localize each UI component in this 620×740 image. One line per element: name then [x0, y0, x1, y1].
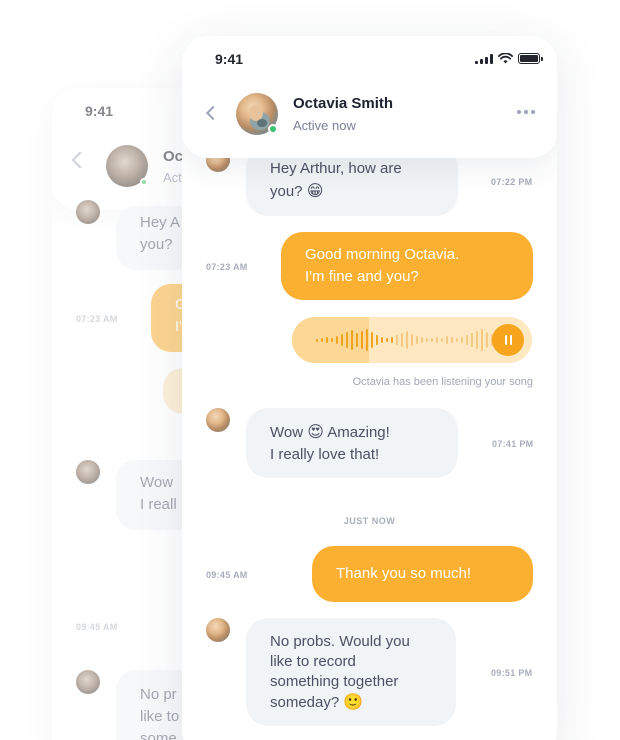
smile-emoji-icon: 🙂: [343, 691, 364, 711]
waveform-bar: [406, 331, 408, 349]
message-text-line: someday? 🙂: [270, 692, 363, 713]
waveform-bar: [431, 338, 433, 342]
message-avatar: [206, 408, 230, 432]
waveform-bar: [411, 334, 413, 346]
background-back-icon: [71, 151, 89, 169]
waveform-bar: [486, 332, 488, 348]
background-contact-name: Oc: [163, 148, 184, 165]
waveform-bar: [341, 334, 343, 346]
waveform-bar: [366, 329, 368, 351]
waveform-bar: [426, 338, 428, 342]
message-text: Amazing!: [327, 423, 390, 441]
waveform-bar: [456, 338, 458, 342]
message-timestamp: 07:22 PM: [491, 177, 533, 187]
waveform-bar: [336, 336, 338, 344]
message-text: I'm fine and you?: [305, 268, 419, 285]
waveform-bar: [396, 335, 398, 345]
voice-caption: Octavia has been listening your song: [352, 376, 533, 388]
waveform-bar: [476, 331, 478, 349]
message-bubble-outgoing[interactable]: Good morning Octavia. I'm fine and you?: [281, 232, 533, 300]
waveform-bar: [461, 337, 463, 343]
waveform-bar: [381, 337, 383, 343]
message-text: something together: [270, 672, 399, 690]
chevron-left-icon[interactable]: [204, 105, 221, 121]
waveform-bar: [321, 338, 323, 342]
waveform-bar: [371, 332, 373, 348]
online-indicator: [268, 124, 278, 134]
waveform-bar: [416, 336, 418, 344]
background-status-time: 9:41: [85, 103, 114, 119]
waveform: [316, 317, 518, 363]
heart-eyes-emoji-icon: 😍: [307, 421, 324, 441]
pause-icon[interactable]: [492, 324, 524, 356]
message-text: someday?: [270, 693, 340, 711]
contact-status: Active now: [293, 118, 356, 133]
message-avatar: [206, 618, 230, 642]
waveform-bar: [356, 333, 358, 347]
waveform-bar: [331, 338, 333, 342]
waveform-bar: [316, 338, 318, 342]
message-text: Hey Arthur, how are: [270, 160, 402, 177]
message-bubble-outgoing[interactable]: Thank you so much!: [312, 546, 533, 602]
message-timestamp: 07:23 AM: [206, 262, 248, 272]
background-message-avatar: [76, 460, 100, 484]
waveform-bar: [481, 329, 483, 351]
background-timestamp: 09:45 AM: [76, 622, 118, 632]
waveform-bar: [451, 337, 453, 343]
message-bubble-incoming[interactable]: Wow 😍 Amazing! I really love that!: [246, 408, 458, 478]
message-text-line: you? 😁: [270, 180, 323, 203]
message-text: No probs. Would you: [270, 632, 410, 650]
status-bar-icons: [475, 53, 543, 64]
wifi-icon: [498, 53, 513, 64]
waveform-bar: [386, 338, 388, 342]
waveform-bar: [471, 333, 473, 347]
waveform-bar: [361, 331, 363, 349]
waveform-bar: [436, 337, 438, 343]
message-text: you?: [270, 183, 303, 200]
message-timestamp: 09:51 PM: [491, 668, 533, 678]
waveform-bar: [391, 337, 393, 343]
background-timestamp: 07:23 AM: [76, 314, 118, 324]
waveform-bar: [346, 332, 348, 348]
message-text: Good morning Octavia.: [305, 246, 460, 263]
message-timestamp: 07:41 PM: [492, 439, 534, 449]
date-divider: JUST NOW: [343, 516, 396, 526]
grin-emoji-icon: 😁: [306, 181, 324, 200]
voice-message[interactable]: [292, 317, 532, 363]
waveform-bar: [376, 335, 378, 345]
background-contact-status: Act: [163, 170, 182, 185]
message-text: Wow: [270, 423, 304, 441]
chat-header: 9:41 Octavia Smith Active now: [182, 36, 557, 158]
more-horizontal-icon[interactable]: [517, 110, 535, 114]
background-message-avatar: [76, 670, 100, 694]
background-online-indicator: [140, 178, 148, 186]
waveform-bar: [401, 333, 403, 347]
waveform-bar: [351, 330, 353, 350]
waveform-bar: [446, 336, 448, 344]
status-bar-time: 9:41: [215, 51, 244, 67]
contact-name[interactable]: Octavia Smith: [293, 95, 393, 112]
message-text-line: Wow 😍 Amazing!: [270, 421, 390, 444]
message-text: like to record: [270, 652, 356, 670]
background-message-avatar: [76, 200, 100, 224]
waveform-bar: [441, 338, 443, 342]
signal-icon: [475, 53, 493, 64]
message-text: I really love that!: [270, 445, 380, 463]
waveform-bar: [421, 337, 423, 343]
battery-icon: [518, 53, 543, 64]
message-text: Thank you so much!: [336, 565, 472, 582]
message-bubble-incoming[interactable]: No probs. Would you like to record somet…: [246, 618, 456, 726]
waveform-bar: [466, 335, 468, 345]
waveform-bar: [326, 337, 328, 343]
message-timestamp: 09:45 AM: [206, 570, 248, 580]
chat-screen: 9:41 Octavia Smith Active now Hey Arthur…: [182, 36, 557, 740]
